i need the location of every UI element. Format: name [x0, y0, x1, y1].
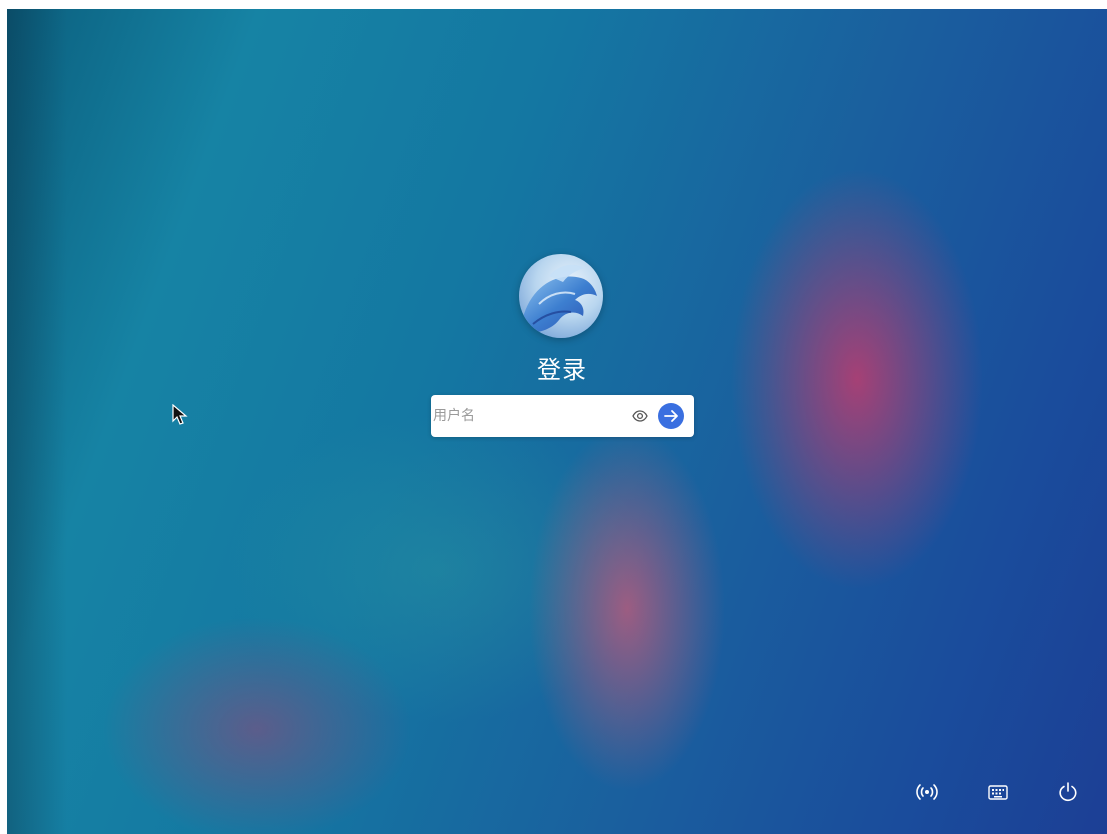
username-input[interactable]: [433, 401, 623, 431]
mouse-pointer-icon: [172, 403, 188, 426]
power-button[interactable]: [1057, 781, 1079, 803]
power-icon: [1059, 782, 1077, 802]
login-screen: 登录: [7, 9, 1107, 834]
arrow-right-icon: [664, 410, 678, 422]
network-button[interactable]: [916, 781, 938, 803]
eye-icon[interactable]: [632, 408, 648, 424]
login-submit-button[interactable]: [658, 403, 684, 429]
user-avatar[interactable]: [519, 254, 603, 338]
keyboard-icon: [988, 785, 1008, 800]
keyboard-button[interactable]: [987, 781, 1009, 803]
wireless-signal-icon: [916, 784, 938, 800]
login-box: [431, 395, 694, 437]
login-title: 登录: [537, 356, 587, 384]
dragon-avatar-icon: [523, 264, 597, 333]
